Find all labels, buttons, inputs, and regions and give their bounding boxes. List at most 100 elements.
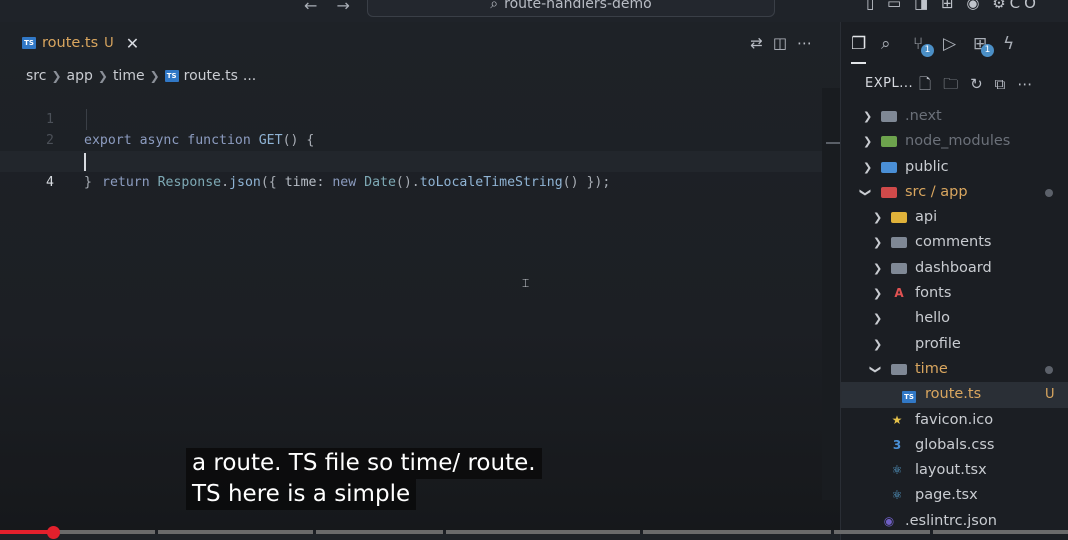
chevron-right-icon: ❯	[873, 287, 883, 301]
folder-icon	[881, 111, 897, 122]
breadcrumb-symbol[interactable]: ...	[243, 68, 256, 84]
breadcrumb-app[interactable]: app	[67, 68, 93, 84]
chevron-right-icon: ❯	[873, 211, 883, 225]
breadcrumb-src[interactable]: src	[26, 68, 46, 84]
explorer-actions: 🗋🗀↻⧉⋯	[919, 74, 1044, 99]
chapter-divider	[640, 530, 643, 534]
collapse-all-icon[interactable]: ⧉	[995, 75, 1018, 93]
new-file-icon[interactable]: 🗋	[919, 75, 943, 93]
untracked-badge: U	[1045, 387, 1055, 403]
tree-item-dashboard[interactable]: ❯ dashboard	[841, 256, 1068, 281]
chevron-right-icon: ❯	[873, 337, 883, 351]
folder-icon	[881, 161, 897, 173]
video-subtitles: a route. TS file so time/ route. TS here…	[186, 448, 542, 510]
font-folder-icon: A	[894, 286, 904, 301]
subtitle-line-2: TS here is a simple	[186, 479, 417, 510]
progress-fill	[0, 530, 54, 534]
tree-item-api[interactable]: ❯ api	[841, 205, 1068, 230]
folder-icon	[891, 212, 907, 224]
command-center-search[interactable]: ⌕ route-handlers-demo	[367, 0, 775, 17]
tree-item-label: layout.tsx	[915, 462, 987, 479]
search-icon: ⌕	[490, 0, 499, 12]
line-number: 4	[46, 175, 54, 190]
editor-scrollbar[interactable]	[822, 88, 840, 500]
untracked-badge: U	[104, 35, 114, 51]
code-line[interactable]: 1 export async function GET() {	[0, 88, 826, 148]
react-icon: ⚛	[891, 488, 903, 503]
back-arrow-icon[interactable]: ←	[304, 0, 317, 15]
chapter-divider	[313, 530, 316, 534]
line-text: return Response.json({ time: new Date().…	[102, 175, 611, 190]
split-editor-icon[interactable]: ◫	[773, 34, 797, 52]
code-line-current[interactable]: 4	[0, 151, 826, 190]
tree-item-layout-tsx[interactable]: ⚛ layout.tsx	[841, 458, 1068, 483]
open-changes-icon[interactable]: ⇄	[750, 34, 773, 52]
manage-gear-icon[interactable]: ⚙	[992, 0, 1009, 12]
code-line[interactable]: 2 return Response.json({ time: new Date(…	[0, 109, 826, 190]
tree-item-node-modules[interactable]: ❯ node_modules	[841, 129, 1068, 154]
tree-item-label: route.ts	[925, 386, 982, 403]
eslint-icon: ◉	[883, 513, 895, 528]
progress-scrubber[interactable]	[47, 526, 61, 539]
explorer-files-icon[interactable]: ❐	[851, 34, 867, 64]
toggle-secondary-sidebar-icon[interactable]: ◨	[914, 0, 932, 12]
folder-icon	[891, 262, 907, 274]
tree-item-globals-css[interactable]: 3 globals.css	[841, 433, 1068, 458]
new-folder-icon[interactable]: 🗀	[943, 75, 970, 93]
file-tree: ❯ .next ❯ node_modules ❯ public ❯ src / …	[841, 104, 1068, 534]
chevron-right-icon: ❯	[863, 160, 873, 174]
tree-item-comments[interactable]: ❯ comments	[841, 230, 1068, 255]
tree-item-next[interactable]: ❯ .next	[841, 104, 1068, 129]
account-icon[interactable]: ◉	[966, 0, 983, 12]
text-cursor	[84, 153, 86, 171]
editor-tabs: TS route.ts U ✕ ⇄◫⋯	[0, 22, 840, 64]
toggle-panel-icon[interactable]: ▭	[887, 0, 905, 12]
code-line[interactable]: 3 }	[0, 130, 826, 190]
star-icon: ★	[891, 412, 903, 427]
tree-item-time[interactable]: ❯ time	[841, 357, 1068, 382]
tree-item-label: fonts	[915, 285, 952, 302]
tree-item-profile[interactable]: ❯ profile	[841, 332, 1068, 357]
code-editor[interactable]: 1 export async function GET() { 2 return…	[0, 88, 826, 190]
tree-item-label: node_modules	[905, 133, 1011, 150]
search-icon[interactable]: ⌕	[881, 34, 891, 54]
more-actions-icon[interactable]: ⋯	[1017, 75, 1044, 93]
tree-item-label: .next	[905, 108, 942, 124]
chevron-right-icon: ❯	[97, 69, 108, 83]
react-icon: ⚛	[891, 463, 903, 478]
tree-item-route-ts[interactable]: TS route.ts U	[841, 382, 1068, 408]
folder-icon	[881, 136, 897, 148]
navigation-arrows: ← →	[304, 0, 364, 15]
tree-item-fonts[interactable]: ❯ A fonts	[841, 281, 1068, 306]
tree-item-hello[interactable]: ❯ hello	[841, 306, 1068, 331]
breadcrumb: src ❯ app ❯ time ❯ TS route.ts ...	[26, 68, 256, 84]
video-progress-bar[interactable]	[0, 526, 1068, 539]
customize-layout-icon[interactable]: ⊞	[941, 0, 958, 12]
breadcrumb-time[interactable]: time	[113, 68, 145, 84]
css-file-icon: 3	[892, 437, 902, 452]
tree-item-page-tsx[interactable]: ⚛ page.tsx	[841, 483, 1068, 508]
extensions-badge: 1	[981, 44, 994, 57]
forward-arrow-icon[interactable]: →	[337, 0, 350, 15]
breadcrumb-file[interactable]: route.ts	[184, 68, 238, 84]
chapter-divider	[155, 530, 158, 534]
chevron-right-icon: ❯	[863, 135, 873, 149]
tree-item-label: page.tsx	[915, 487, 978, 504]
run-debug-icon[interactable]: ▷	[943, 34, 956, 54]
more-actions-icon[interactable]: ⋯	[797, 34, 822, 52]
typescript-file-icon: TS	[164, 70, 179, 82]
lightning-icon[interactable]: ϟ	[1003, 34, 1014, 54]
tree-item-public[interactable]: ❯ public	[841, 155, 1068, 180]
title-bar: ← → ⌕ route-handlers-demo ▯ ▭ ◨ ⊞ ◉ ⚙CO	[0, 0, 1068, 22]
scrollbar-marker	[826, 142, 840, 144]
refresh-icon[interactable]: ↻	[970, 75, 995, 93]
close-icon[interactable]: ✕	[126, 34, 139, 53]
toggle-sidebar-icon[interactable]: ▯	[866, 0, 878, 12]
mouse-ibeam-icon: ⌶	[522, 276, 530, 290]
tab-route-ts[interactable]: TS route.ts U ✕	[10, 22, 146, 64]
tab-label: route.ts	[42, 35, 99, 51]
modified-dot	[1045, 188, 1053, 197]
tree-item-favicon[interactable]: ★ favicon.ico	[841, 408, 1068, 433]
workspace-name: route-handlers-demo	[504, 0, 652, 12]
tree-item-src-app[interactable]: ❯ src / app	[841, 180, 1068, 205]
